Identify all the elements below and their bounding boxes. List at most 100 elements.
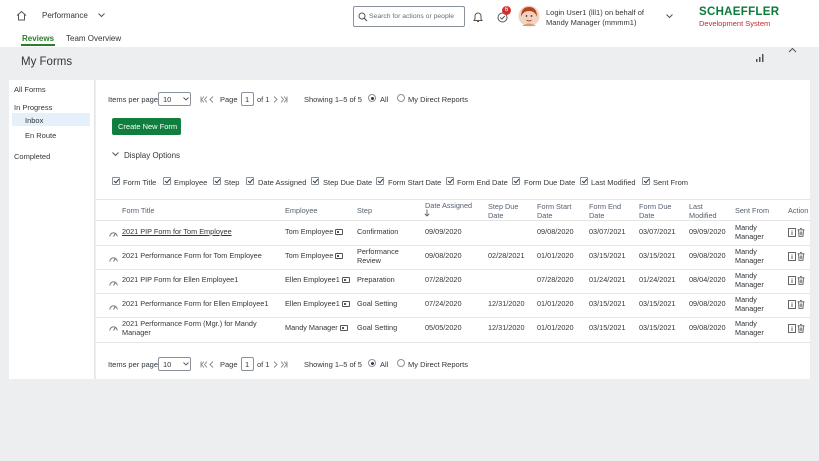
- option-step-due-date-checkbox[interactable]: [311, 177, 319, 185]
- sub-navigation: Reviews Team Overview: [0, 33, 819, 47]
- option-label: Employee: [174, 178, 208, 187]
- column-header-step-due-date[interactable]: Step Due Date: [488, 202, 520, 220]
- chevron-down-icon[interactable]: [98, 13, 105, 18]
- next-page-icon[interactable]: [273, 361, 278, 368]
- column-header-step[interactable]: Step: [357, 206, 372, 215]
- sidebar-item-en-route[interactable]: En Route: [25, 131, 56, 140]
- form-start-date-cell: 01/01/2020: [537, 323, 574, 332]
- delete-icon[interactable]: [797, 228, 805, 237]
- form-title-link[interactable]: 2021 PIP Form for Ellen Employee1: [122, 275, 282, 285]
- form-title-link[interactable]: 2021 Performance Form for Tom Employee: [122, 251, 282, 261]
- first-page-icon[interactable]: [200, 361, 208, 368]
- first-page-icon[interactable]: [200, 96, 208, 103]
- delete-icon[interactable]: [797, 276, 805, 285]
- filter-all-radio[interactable]: [368, 359, 376, 367]
- last-page-icon[interactable]: [280, 361, 288, 368]
- info-icon[interactable]: [788, 300, 796, 309]
- column-header-form-start-date[interactable]: Form Start Date: [537, 202, 575, 220]
- previous-page-icon[interactable]: [209, 361, 214, 368]
- column-header-title[interactable]: Form Title: [122, 206, 154, 215]
- filter-direct-reports-radio[interactable]: [397, 359, 405, 367]
- previous-page-icon[interactable]: [209, 96, 214, 103]
- sidebar-item-all-forms[interactable]: All Forms: [14, 85, 46, 94]
- info-icon[interactable]: [788, 276, 796, 285]
- form-end-date-cell: 03/07/2021: [589, 227, 626, 236]
- option-date-assigned-checkbox[interactable]: [246, 177, 254, 185]
- delete-icon[interactable]: [797, 300, 805, 309]
- pager-bottom: Items per page 10 Page 1 of 1 Showing 1–…: [96, 355, 810, 375]
- display-options-toggle[interactable]: Display Options: [124, 151, 180, 160]
- sort-descending-icon[interactable]: [424, 209, 430, 217]
- employee-card-icon[interactable]: [339, 325, 348, 332]
- table-row[interactable]: 2021 Performance Form (Mgr.) for Mandy M…: [96, 318, 810, 342]
- bell-icon[interactable]: [473, 11, 483, 23]
- option-form-start-date-checkbox[interactable]: [376, 177, 384, 185]
- search-input[interactable]: Search for actions or people: [353, 6, 465, 27]
- form-start-date-cell: 01/01/2020: [537, 299, 574, 308]
- form-title-link[interactable]: 2021 Performance Form for Ellen Employee…: [122, 299, 282, 309]
- column-header-date-assigned[interactable]: Date Assigned: [425, 201, 475, 210]
- option-employee-checkbox[interactable]: [163, 177, 171, 185]
- option-label: Form Due Date: [524, 178, 576, 187]
- delete-icon[interactable]: [797, 324, 805, 333]
- column-header-form-due-date[interactable]: Form Due Date: [639, 202, 674, 220]
- form-due-date-cell: 03/15/2021: [639, 251, 676, 260]
- sidebar-item-in-progress[interactable]: In Progress: [14, 103, 52, 112]
- items-per-page-select[interactable]: 10: [158, 357, 191, 371]
- tab-reviews[interactable]: Reviews: [20, 34, 56, 46]
- employee-card-icon[interactable]: [335, 253, 344, 260]
- home-icon[interactable]: [16, 10, 27, 21]
- step-cell: Goal Setting: [357, 299, 398, 308]
- column-header-last-modified[interactable]: Last Modified: [689, 202, 724, 220]
- gauge-icon: [109, 281, 118, 286]
- employee-card-icon[interactable]: [335, 229, 344, 236]
- employee-cell: Tom Employee: [285, 251, 344, 261]
- create-new-form-button[interactable]: Create New Form: [112, 118, 181, 135]
- form-title-link[interactable]: 2021 Performance Form (Mgr.) for Mandy M…: [122, 319, 272, 337]
- employee-card-icon[interactable]: [341, 277, 350, 284]
- option-form-title-checkbox[interactable]: [112, 177, 120, 185]
- page-number-input[interactable]: 1: [241, 92, 254, 106]
- info-icon[interactable]: [788, 228, 796, 237]
- tab-team-overview[interactable]: Team Overview: [66, 34, 121, 43]
- table-row[interactable]: 2021 PIP Form for Tom Employee Tom Emplo…: [96, 221, 810, 245]
- avatar[interactable]: [518, 5, 540, 27]
- table-row[interactable]: 2021 Performance Form for Tom Employee T…: [96, 246, 810, 269]
- employee-card-icon[interactable]: [341, 301, 350, 308]
- user-menu-chevron-icon[interactable]: [666, 14, 673, 19]
- module-name[interactable]: Performance: [42, 11, 88, 20]
- option-form-end-date-checkbox[interactable]: [446, 177, 454, 185]
- forms-main: Items per page 10 Page 1 of 1 Showing 1–…: [96, 80, 810, 379]
- option-last-modified-checkbox[interactable]: [580, 177, 588, 185]
- form-due-date-cell: 03/15/2021: [639, 299, 676, 308]
- form-title-link[interactable]: 2021 PIP Form for Tom Employee: [122, 227, 272, 237]
- table-row[interactable]: 2021 PIP Form for Ellen Employee1 Ellen …: [96, 270, 810, 293]
- chart-icon[interactable]: [755, 53, 766, 62]
- column-header-employee[interactable]: Employee: [285, 206, 317, 215]
- chevron-down-icon[interactable]: [112, 152, 119, 157]
- sidebar-item-completed[interactable]: Completed: [14, 152, 50, 161]
- sidebar-item-inbox[interactable]: Inbox: [12, 113, 90, 126]
- option-label: Form Title: [123, 178, 157, 187]
- date-assigned-cell: 09/09/2020: [425, 227, 462, 236]
- items-per-page-select[interactable]: 10: [158, 92, 191, 106]
- delete-icon[interactable]: [797, 252, 805, 261]
- option-sent-from-checkbox[interactable]: [642, 177, 650, 185]
- next-page-icon[interactable]: [273, 96, 278, 103]
- table-row[interactable]: 2021 Performance Form for Ellen Employee…: [96, 294, 810, 317]
- form-end-date-cell: 03/15/2021: [589, 323, 626, 332]
- filter-all-radio[interactable]: [368, 94, 376, 102]
- employee-cell: Ellen Employee1: [285, 275, 350, 285]
- column-header-form-end-date[interactable]: Form End Date: [589, 202, 624, 220]
- filter-direct-reports-radio[interactable]: [397, 94, 405, 102]
- last-page-icon[interactable]: [280, 96, 288, 103]
- chevron-down-icon: [183, 97, 189, 101]
- option-form-due-date-checkbox[interactable]: [512, 177, 520, 185]
- info-icon[interactable]: [788, 324, 796, 333]
- form-due-date-cell: 01/24/2021: [639, 275, 676, 284]
- option-step-checkbox[interactable]: [213, 177, 221, 185]
- collapse-chevron-up-icon[interactable]: [788, 47, 797, 53]
- page-number-input[interactable]: 1: [241, 357, 254, 371]
- column-header-sent-from[interactable]: Sent From: [735, 206, 769, 215]
- info-icon[interactable]: [788, 252, 796, 261]
